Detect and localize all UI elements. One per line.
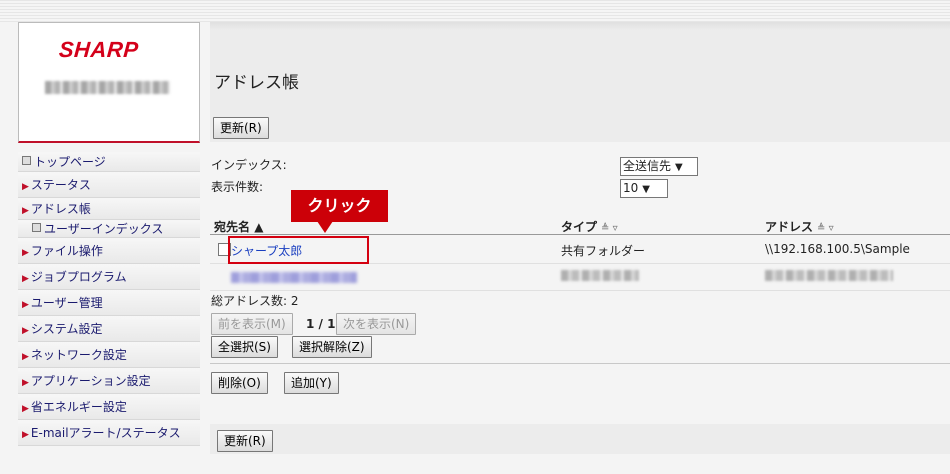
total-addresses: 総アドレス数: 2 [211, 292, 299, 309]
column-header-label: 宛先名 [214, 220, 251, 234]
triangle-bullet-icon: ▶ [22, 182, 29, 192]
sidebar-item-label: ファイル操作 [30, 244, 103, 258]
sidebar-item-application-settings[interactable]: ▶ アプリケーション設定 [18, 368, 200, 394]
sidebar-item-system-settings[interactable]: ▶ システム設定 [18, 316, 200, 342]
triangle-bullet-icon: ▶ [22, 248, 29, 258]
chevron-down-icon: ▼ [642, 184, 650, 195]
address-value: \\192.168.100.5\Sample [765, 242, 910, 256]
sidebar-item-top-page[interactable]: トップページ [18, 152, 200, 172]
sort-filter-icon[interactable]: ≜ ▿ [817, 223, 834, 234]
count-select-value: 10 [623, 181, 639, 195]
sidebar-item-label: E-mailアラート/ステータス [30, 426, 181, 440]
click-highlight-box [228, 236, 369, 264]
sidebar-item-file-operations[interactable]: ▶ ファイル操作 [18, 238, 200, 264]
select-all-button[interactable]: 全選択(S) [211, 336, 278, 358]
sidebar-item-label: ユーザー管理 [30, 296, 103, 310]
column-header-type[interactable]: タイプ ≜ ▿ [561, 218, 618, 235]
sharp-logo: SHARP [58, 37, 140, 62]
column-header-name[interactable]: 宛先名 ▲ [214, 218, 263, 235]
sort-filter-icon[interactable]: ≜ ▿ [601, 223, 618, 234]
header-bar [210, 22, 950, 30]
next-page-button[interactable]: 次を表示(N) [336, 313, 417, 335]
column-header-label: アドレス [765, 220, 814, 234]
sidebar-item-status[interactable]: ▶ ステータス [18, 172, 200, 198]
total-value: 2 [290, 294, 299, 308]
sidebar-item-label: システム設定 [30, 322, 103, 336]
address-type: 共有フォルダー [561, 244, 646, 258]
blurred-address [765, 270, 893, 281]
triangle-bullet-icon: ▶ [22, 352, 29, 362]
update-button-bottom[interactable]: 更新(R) [217, 430, 273, 452]
sidebar-item-email-alerts[interactable]: ▶ E-mailアラート/ステータス [18, 420, 200, 446]
delete-button[interactable]: 削除(O) [211, 372, 268, 394]
sidebar-item-energy-saving[interactable]: ▶ 省エネルギー設定 [18, 394, 200, 420]
table-row [210, 264, 950, 291]
count-select[interactable]: 10 ▼ [620, 179, 668, 198]
blurred-name-link[interactable] [231, 272, 357, 283]
footer-band [210, 424, 950, 454]
index-select-value: 全送信先 [623, 159, 672, 173]
index-select[interactable]: 全送信先 ▼ [620, 157, 698, 176]
deselect-button[interactable]: 選択解除(Z) [292, 336, 372, 358]
triangle-bullet-icon: ▶ [22, 430, 29, 440]
triangle-bullet-icon: ▶ [22, 274, 29, 284]
sidebar-item-label: ユーザーインデックス [44, 222, 164, 236]
sidebar-item-label: アドレス帳 [30, 202, 91, 216]
sidebar-item-job-programs[interactable]: ▶ ジョブプログラム [18, 264, 200, 290]
square-bullet-icon [22, 156, 31, 165]
sidebar-item-network-settings[interactable]: ▶ ネットワーク設定 [18, 342, 200, 368]
page-header: アドレス帳 [210, 22, 950, 142]
sort-asc-icon[interactable]: ▲ [254, 220, 263, 234]
sidebar-item-address-book[interactable]: ▶ アドレス帳 [18, 198, 200, 220]
column-header-address[interactable]: アドレス ≜ ▿ [765, 218, 834, 235]
sidebar-nav: トップページ ▶ ステータス ▶ アドレス帳 ユーザーインデックス ▶ ファイル操作 … [18, 152, 200, 446]
triangle-bullet-icon: ▶ [22, 300, 29, 310]
index-label: インデックス: [211, 158, 287, 172]
count-label: 表示件数: [211, 180, 264, 194]
sidebar-item-user-management[interactable]: ▶ ユーザー管理 [18, 290, 200, 316]
top-strip [0, 0, 950, 22]
sidebar-item-label: ジョブプログラム [30, 270, 127, 284]
sidebar-item-label: トップページ [34, 155, 106, 169]
brand-panel: SHARP [18, 22, 200, 143]
update-button-top[interactable]: 更新(R) [213, 117, 269, 139]
divider [210, 363, 950, 364]
add-button[interactable]: 追加(Y) [284, 372, 339, 394]
sidebar-item-label: 省エネルギー設定 [30, 400, 127, 414]
click-callout: クリック [291, 190, 388, 233]
column-header-label: タイプ [561, 220, 598, 234]
triangle-bullet-icon: ▶ [22, 326, 29, 336]
pager-indicator: 1 / 1 [306, 317, 336, 331]
triangle-bullet-icon: ▶ [22, 206, 29, 216]
square-bullet-icon [32, 223, 41, 232]
blurred-type [561, 270, 639, 281]
triangle-bullet-icon: ▶ [22, 378, 29, 388]
sidebar-item-label: ネットワーク設定 [30, 348, 127, 362]
triangle-bullet-icon: ▶ [22, 404, 29, 414]
page-title: アドレス帳 [214, 73, 299, 93]
total-label: 総アドレス数: [211, 294, 288, 308]
sidebar-item-user-index[interactable]: ユーザーインデックス [18, 220, 200, 238]
sidebar-item-label: ステータス [30, 178, 91, 192]
prev-page-button[interactable]: 前を表示(M) [211, 313, 293, 335]
chevron-down-icon: ▼ [675, 162, 683, 173]
sidebar-item-label: アプリケーション設定 [30, 374, 151, 388]
model-name-blurred [45, 81, 170, 94]
